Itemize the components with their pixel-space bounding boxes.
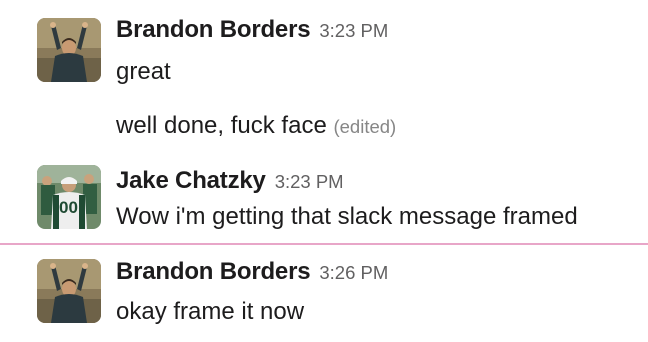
edited-label: (edited)	[333, 116, 397, 137]
message-body: great	[116, 58, 171, 85]
message-header: Jake Chatzky 3:23 PM	[116, 167, 344, 195]
message-text: well done, fuck face (edited)	[116, 112, 396, 140]
message-text: okay frame it now	[116, 298, 304, 326]
jersey-number: 00	[59, 198, 78, 217]
message-text: Wow i'm getting that slack message frame…	[116, 203, 578, 231]
message-text: great	[116, 58, 171, 86]
man-raising-arms-avatar-icon	[37, 259, 101, 323]
football-jersey-avatar-icon	[37, 165, 101, 229]
avatar[interactable]	[37, 259, 101, 323]
avatar[interactable]: 00	[37, 165, 101, 229]
message-body: well done, fuck face	[116, 112, 327, 139]
timestamp[interactable]: 3:23 PM	[275, 171, 344, 192]
message-header: Brandon Borders 3:23 PM	[116, 16, 388, 44]
sender-name[interactable]: Jake Chatzky	[116, 167, 266, 194]
man-raising-arms-avatar-icon	[37, 18, 101, 82]
timestamp[interactable]: 3:23 PM	[319, 20, 388, 41]
message-body: Wow i'm getting that slack message frame…	[116, 203, 578, 230]
new-messages-divider	[0, 243, 648, 245]
message-header: Brandon Borders 3:26 PM	[116, 258, 388, 286]
message-body: okay frame it now	[116, 298, 305, 325]
sender-name[interactable]: Brandon Borders	[116, 258, 311, 285]
timestamp[interactable]: 3:26 PM	[319, 262, 388, 283]
sender-name[interactable]: Brandon Borders	[116, 16, 311, 43]
avatar[interactable]	[37, 18, 101, 82]
